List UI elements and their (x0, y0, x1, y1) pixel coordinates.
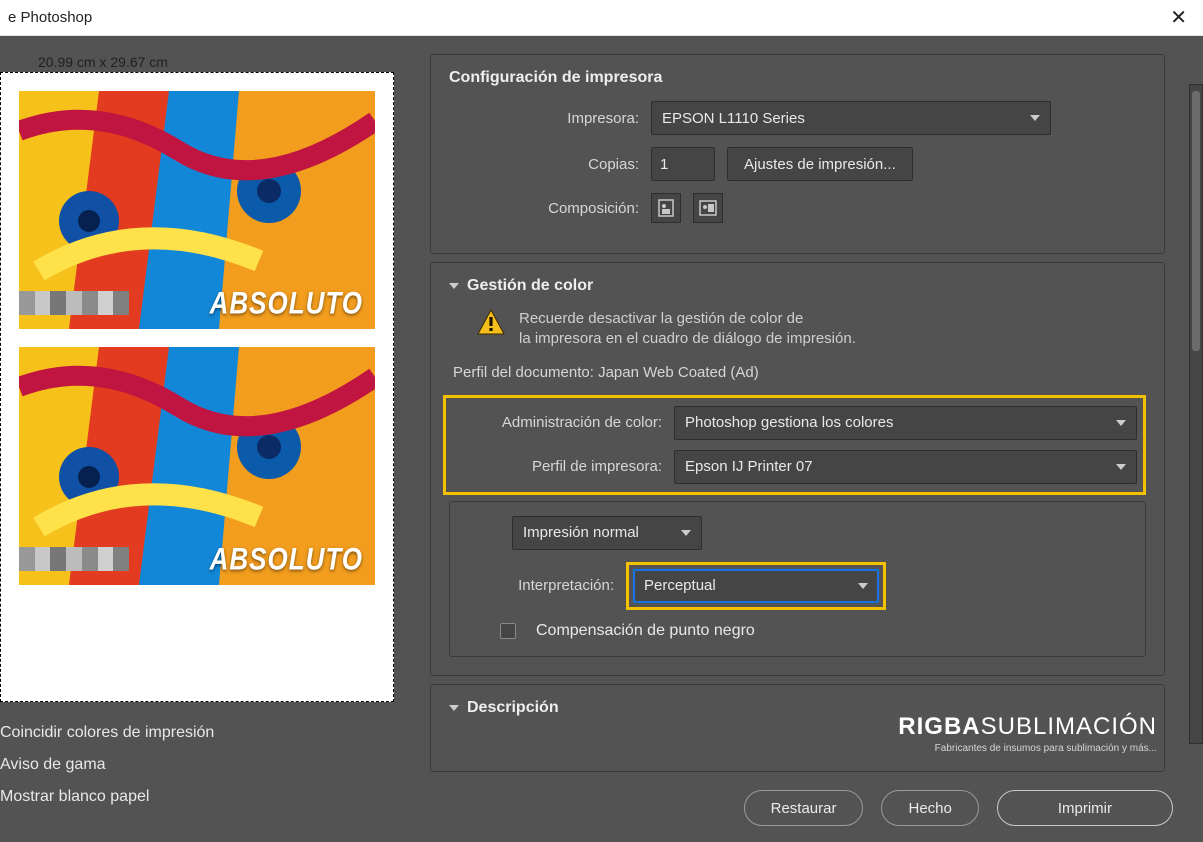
watermark-brand-light: SUBLIMACIÓN (981, 713, 1157, 740)
chevron-down-icon (681, 530, 691, 536)
print-button[interactable]: Imprimir (997, 790, 1173, 826)
highlight-rendering-intent: Perceptual (626, 562, 886, 610)
window-title: e Photoshop (8, 9, 92, 26)
printer-setup-panel: Configuración de impresora Impresora: EP… (430, 54, 1165, 254)
rendering-subgroup: Impresión normal Interpretación: Percept… (449, 501, 1146, 657)
rendering-intent-label: Interpretación: (464, 577, 614, 594)
color-handling-label: Administración de color: (452, 414, 662, 431)
preview-artwork: ABSOLUTO (19, 91, 375, 329)
option-gamut-warning[interactable]: Aviso de gama (0, 756, 406, 774)
dialog-button-bar: Restaurar Hecho Imprimir (744, 790, 1173, 826)
print-mode-select[interactable]: Impresión normal (512, 516, 702, 550)
document-profile-label: Perfil del documento: (453, 364, 594, 381)
printer-profile-label: Perfil de impresora: (452, 458, 662, 475)
color-handling-select[interactable]: Photoshop gestiona los colores (674, 406, 1137, 440)
done-button[interactable]: Hecho (881, 790, 978, 826)
copies-input[interactable]: 1 (651, 147, 715, 181)
preview-column: 20.99 cm x 29.67 cm (0, 36, 420, 842)
color-handling-value: Photoshop gestiona los colores (685, 414, 893, 431)
copies-label: Copias: (449, 156, 639, 173)
artwork-overlay-text: ABSOLUTO (210, 541, 363, 578)
color-management-panel: Gestión de color Recuerde desactivar la … (430, 262, 1165, 676)
restore-button-label: Restaurar (771, 800, 837, 817)
black-point-checkbox[interactable] (500, 623, 516, 639)
color-management-header[interactable]: Gestión de color (449, 277, 1146, 295)
print-settings-button-label: Ajustes de impresión... (744, 156, 896, 173)
preview-artwork: ABSOLUTO (19, 347, 375, 585)
preview-frame: ABSOLUTO (0, 72, 394, 702)
chevron-down-icon (858, 583, 868, 589)
preview-dimensions: 20.99 cm x 29.67 cm (0, 54, 406, 70)
print-mode-value: Impresión normal (523, 524, 639, 541)
pixel-censor-strip (19, 291, 129, 315)
highlight-color-handling: Administración de color: Photoshop gesti… (443, 395, 1146, 495)
option-match-print-colors[interactable]: Coincidir colores de impresión (0, 724, 406, 742)
layout-label: Composición: (449, 200, 639, 217)
chevron-down-icon (449, 283, 459, 289)
printer-select-value: EPSON L1110 Series (662, 110, 805, 127)
chevron-down-icon (449, 705, 459, 711)
close-icon[interactable]: ✕ (1162, 1, 1195, 34)
print-settings-button[interactable]: Ajustes de impresión... (727, 147, 913, 181)
chevron-down-icon (1116, 464, 1126, 470)
rendering-intent-value: Perceptual (644, 577, 716, 594)
document-profile-value: Japan Web Coated (Ad) (598, 364, 759, 381)
printer-label: Impresora: (449, 110, 639, 127)
copies-value: 1 (660, 156, 668, 173)
color-warning-text: Recuerde desactivar la gestión de color … (519, 309, 856, 350)
print-button-label: Imprimir (1058, 800, 1112, 817)
restore-button[interactable]: Restaurar (744, 790, 864, 826)
option-show-paper-white[interactable]: Mostrar blanco papel (0, 788, 406, 806)
watermark: RIGBASUBLIMACIÓN Fabricantes de insumos … (898, 713, 1157, 754)
watermark-tagline: Fabricantes de insumos para sublimación … (898, 743, 1157, 754)
done-button-label: Hecho (908, 800, 951, 817)
watermark-brand-bold: RIGBA (898, 713, 980, 740)
window-titlebar: e Photoshop ✕ (0, 0, 1203, 36)
settings-column: Configuración de impresora Impresora: EP… (420, 36, 1203, 842)
color-management-title: Gestión de color (467, 277, 593, 295)
color-warning-line2: la impresora en el cuadro de diálogo de … (519, 329, 856, 349)
black-point-label: Compensación de punto negro (536, 622, 755, 640)
layout-portrait-button[interactable] (651, 193, 681, 223)
document-profile-line: Perfil del documento: Japan Web Coated (… (453, 364, 1146, 381)
printer-profile-select[interactable]: Epson IJ Printer 07 (674, 450, 1137, 484)
layout-landscape-button[interactable] (693, 193, 723, 223)
printer-profile-value: Epson IJ Printer 07 (685, 458, 813, 475)
artwork-overlay-text: ABSOLUTO (210, 285, 363, 322)
pixel-censor-strip (19, 547, 129, 571)
rendering-intent-select[interactable]: Perceptual (633, 569, 879, 603)
printer-select[interactable]: EPSON L1110 Series (651, 101, 1051, 135)
warning-icon (477, 309, 505, 335)
description-title: Descripción (467, 699, 559, 717)
chevron-down-icon (1116, 420, 1126, 426)
scrollbar[interactable] (1189, 84, 1203, 744)
printer-setup-title: Configuración de impresora (449, 69, 1146, 87)
color-warning-line1: Recuerde desactivar la gestión de color … (519, 309, 856, 329)
chevron-down-icon (1030, 115, 1040, 121)
dialog-body: 20.99 cm x 29.67 cm (0, 36, 1203, 842)
